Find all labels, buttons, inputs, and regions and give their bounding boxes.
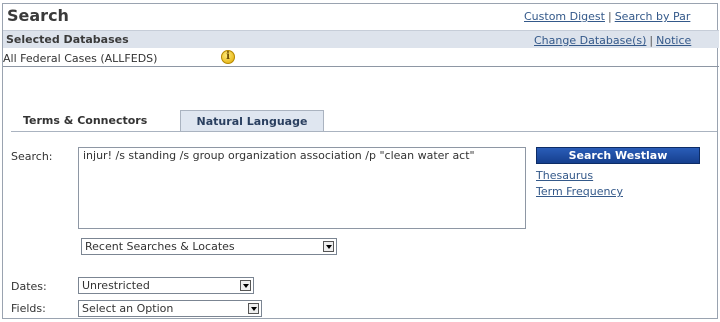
search-by-party-link[interactable]: Search by Par [615, 10, 691, 23]
title-row: Search Custom Digest | Search by Par [3, 4, 719, 28]
dates-label: Dates: [11, 280, 47, 293]
thesaurus-link[interactable]: Thesaurus [536, 169, 593, 182]
selected-database-name: All Federal Cases (ALLFEDS) [3, 52, 158, 65]
fields-label: Fields: [11, 302, 46, 315]
selected-databases-label: Selected Databases [6, 33, 129, 46]
top-links: Custom Digest | Search by Par [524, 10, 691, 23]
chevron-down-icon [240, 280, 251, 291]
tab-terms-connectors[interactable]: Terms & Connectors [17, 110, 173, 131]
chevron-down-icon [323, 241, 334, 252]
notice-link[interactable]: Notice [656, 34, 691, 47]
recent-searches-select[interactable]: Recent Searches & Locates [81, 238, 337, 255]
database-links: Change Database(s) | Notice [534, 34, 692, 47]
term-frequency-link[interactable]: Term Frequency [536, 185, 623, 198]
search-query-input[interactable]: injur! /s standing /s group organization… [78, 147, 526, 229]
dates-select[interactable]: Unrestricted [78, 277, 254, 294]
custom-digest-link[interactable]: Custom Digest [524, 10, 605, 23]
chevron-down-icon [248, 303, 259, 314]
search-westlaw-button[interactable]: Search Westlaw [536, 147, 700, 164]
page-title: Search [7, 6, 69, 25]
info-icon[interactable]: i [221, 50, 235, 64]
search-page-frame: Search Custom Digest | Search by Par Selec… [2, 3, 719, 319]
fields-select[interactable]: Select an Option [78, 300, 262, 317]
change-databases-link[interactable]: Change Database(s) [534, 34, 646, 47]
fields-value: Select an Option [82, 302, 174, 315]
tab-divider [11, 131, 717, 132]
recent-searches-value: Recent Searches & Locates [85, 240, 235, 253]
selected-database-row: All Federal Cases (ALLFEDS) i [3, 49, 719, 67]
selected-databases-header: Selected Databases Change Database(s) | No… [3, 30, 719, 48]
tab-natural-language[interactable]: Natural Language [180, 110, 324, 131]
search-label: Search: [11, 150, 53, 163]
dates-value: Unrestricted [82, 279, 150, 292]
